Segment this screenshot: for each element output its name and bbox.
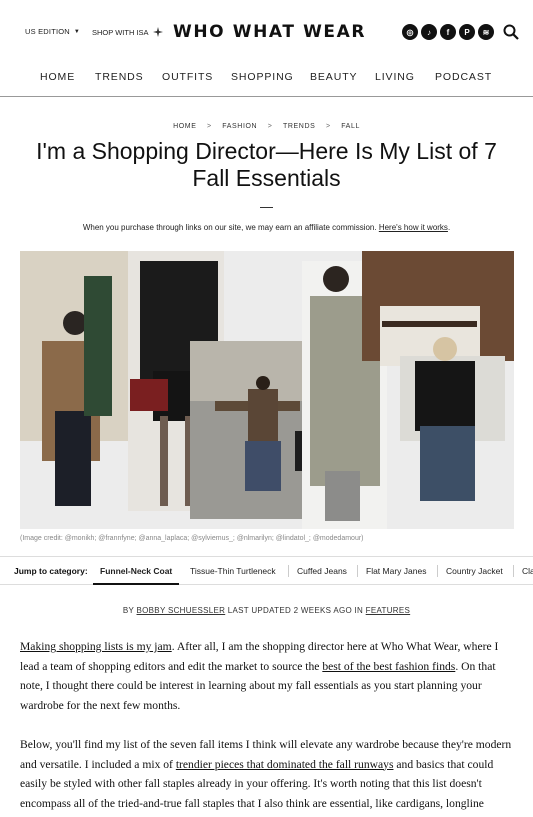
section-link[interactable]: FEATURES <box>366 606 410 615</box>
breadcrumb-separator: > <box>325 123 331 130</box>
jump-label: Jump to category: <box>14 566 88 576</box>
nav-item-beauty[interactable]: BEAUTY <box>310 71 357 83</box>
title-divider <box>260 207 273 208</box>
social-links: ◎ ♪ f P ≋ <box>402 24 494 40</box>
edition-selector[interactable]: US EDITION ▼ <box>25 27 80 36</box>
link-shopping-lists[interactable]: Making shopping lists is my jam <box>20 640 172 653</box>
edition-label: US EDITION <box>25 27 70 36</box>
jump-item-tissue-thin-turtleneck[interactable]: Tissue-Thin Turtleneck <box>190 566 276 576</box>
nav-item-podcast[interactable]: PODCAST <box>435 71 492 83</box>
hero-image-collage <box>20 251 514 529</box>
divider <box>437 565 438 577</box>
jump-item-cuffed-jeans[interactable]: Cuffed Jeans <box>297 566 347 576</box>
divider <box>288 565 289 577</box>
breadcrumb-trends[interactable]: TRENDS <box>283 123 315 130</box>
nav-item-outfits[interactable]: OUTFITS <box>162 71 213 83</box>
divider <box>513 565 514 577</box>
affiliate-disclosure: When you purchase through links on our s… <box>0 223 533 232</box>
top-bar: US EDITION ▼ SHOP WITH ISA WHO WHAT WEAR… <box>0 0 533 64</box>
main-nav: HOME TRENDS OUTFITS SHOPPING BEAUTY LIVI… <box>0 64 533 97</box>
jump-item-truncated[interactable]: Cla <box>522 566 533 576</box>
affiliate-end: . <box>447 223 451 232</box>
active-indicator <box>93 583 179 585</box>
site-logo[interactable]: WHO WHAT WEAR <box>173 22 366 42</box>
nav-item-trends[interactable]: TRENDS <box>95 71 144 83</box>
pinterest-icon[interactable]: P <box>459 24 475 40</box>
tiktok-icon[interactable]: ♪ <box>421 24 437 40</box>
breadcrumb-home[interactable]: HOME <box>173 123 196 130</box>
breadcrumb-fashion[interactable]: FASHION <box>222 123 257 130</box>
article-title: I'm a Shopping Director—Here Is My List … <box>36 138 497 191</box>
nav-item-living[interactable]: LIVING <box>375 71 415 83</box>
link-best-fashion-finds[interactable]: best of the best fashion finds <box>322 660 455 673</box>
byline: BY BOBBY SCHUESSLER LAST UPDATED 2 WEEKS… <box>0 606 533 615</box>
affiliate-text: When you purchase through links on our s… <box>82 223 377 232</box>
shop-label: SHOP WITH ISA <box>92 27 149 37</box>
breadcrumb-fall[interactable]: FALL <box>341 123 360 130</box>
divider <box>357 565 358 577</box>
author-link[interactable]: BOBBY SCHUESSLER <box>137 606 226 615</box>
byline-prefix: BY <box>122 606 134 615</box>
nav-item-home[interactable]: HOME <box>40 71 75 83</box>
nav-item-shopping[interactable]: SHOPPING <box>231 71 294 83</box>
link-trendier-pieces[interactable]: trendier pieces that dominated the fall … <box>176 758 394 771</box>
breadcrumb: HOME > FASHION > TRENDS > FALL <box>0 123 533 130</box>
breadcrumb-separator: > <box>267 123 273 130</box>
facebook-icon[interactable]: f <box>440 24 456 40</box>
updated-text: LAST UPDATED 2 WEEKS AGO IN <box>227 606 364 615</box>
image-credit: (Image credit: @monikh; @frannfyne; @ann… <box>20 535 364 542</box>
breadcrumb-separator: > <box>207 123 212 130</box>
jump-item-flat-mary-janes[interactable]: Flat Mary Janes <box>366 566 426 576</box>
caret-down-icon: ▼ <box>73 28 81 35</box>
jump-item-funnel-neck-coat[interactable]: Funnel-Neck Coat <box>100 566 172 576</box>
collage-photos <box>20 251 514 529</box>
jump-to-category-bar: Jump to category: Funnel-Neck Coat Tissu… <box>0 556 533 585</box>
jump-item-country-jacket[interactable]: Country Jacket <box>446 566 503 576</box>
shop-with-isa-link[interactable]: SHOP WITH ISA <box>92 27 163 37</box>
instagram-icon[interactable]: ◎ <box>402 24 418 40</box>
body-paragraph: Below, you'll find my list of the seven … <box>20 735 514 813</box>
search-icon[interactable] <box>503 24 519 40</box>
sparkle-icon <box>152 27 163 37</box>
rss-icon[interactable]: ≋ <box>478 24 494 40</box>
body-paragraph: Making shopping lists is my jam. After a… <box>20 637 514 715</box>
affiliate-link[interactable]: Here's how it works <box>379 223 448 232</box>
